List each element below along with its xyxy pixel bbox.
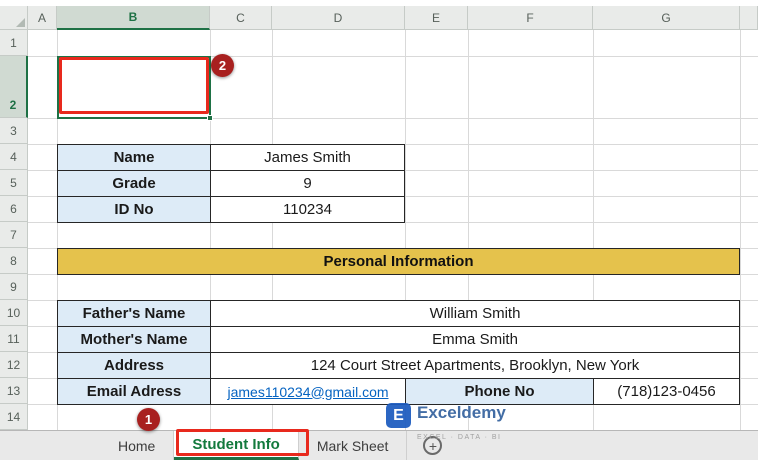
row-header-10[interactable]: 10 [0,300,28,326]
idno-value-cell[interactable]: 110234 [210,197,404,222]
column-header-A[interactable]: A [28,6,57,30]
row-header-6[interactable]: 6 [0,196,28,222]
grade-value-cell[interactable]: 9 [210,171,404,196]
excel-window: A B C D E F G 1 2 3 4 5 6 7 8 9 10 11 12 13 14 Name James Sm… [0,0,758,460]
fill-handle[interactable] [207,115,213,121]
table-row: Email Adress james110234@gmail.com Phone… [58,378,739,404]
gridline-vertical [740,30,741,430]
annotation-badge-2: 2 [211,54,234,77]
sheet-tab-home[interactable]: Home [100,431,175,460]
grade-label-cell[interactable]: Grade [58,171,210,196]
watermark-name: Exceldemy [417,403,506,422]
row-header-14[interactable]: 14 [0,404,28,430]
email-link[interactable]: james110234@gmail.com [210,379,405,404]
mothers-name-label-cell[interactable]: Mother's Name [58,327,210,352]
column-header-D[interactable]: D [272,6,405,30]
annotation-rect-cell [59,57,209,114]
fathers-name-label-cell[interactable]: Father's Name [58,301,210,326]
column-header-E[interactable]: E [405,6,468,30]
table-row: Mother's Name Emma Smith [58,326,739,352]
select-all-corner[interactable] [0,6,28,30]
annotation-rect-tab [176,429,309,456]
idno-label-cell[interactable]: ID No [58,197,210,222]
row-header-9[interactable]: 9 [0,274,28,300]
exceldemy-watermark: E Exceldemy EXCEL · DATA · BI [386,403,506,441]
column-header-G[interactable]: G [593,6,740,30]
address-value-cell[interactable]: 124 Court Street Apartments, Brooklyn, N… [210,353,739,378]
column-header-C[interactable]: C [210,6,272,30]
row-header-3[interactable]: 3 [0,118,28,144]
row-header-11[interactable]: 11 [0,326,28,352]
name-value-cell[interactable]: James Smith [210,145,404,170]
row-header-5[interactable]: 5 [0,170,28,196]
name-label-cell[interactable]: Name [58,145,210,170]
email-label-cell[interactable]: Email Adress [58,379,210,404]
sheet-tab-bar: Home Student Info Mark Sheet + [0,430,758,460]
column-header-extra[interactable] [740,6,758,30]
phone-value-cell[interactable]: (718)123-0456 [593,379,739,404]
watermark-tagline: EXCEL · DATA · BI [417,434,502,441]
address-label-cell[interactable]: Address [58,353,210,378]
tab-bar-spacer [0,431,100,460]
fathers-name-value-cell[interactable]: William Smith [210,301,739,326]
table-row: Name James Smith [58,145,404,170]
row-header-2[interactable]: 2 [0,56,28,118]
phone-label-cell[interactable]: Phone No [405,379,593,404]
column-header-F[interactable]: F [468,6,593,30]
table-row: Address 124 Court Street Apartments, Bro… [58,352,739,378]
row-header-12[interactable]: 12 [0,352,28,378]
row-header-1[interactable]: 1 [0,30,28,56]
exceldemy-logo-icon: E [386,403,411,428]
column-header-B[interactable]: B [57,6,210,30]
personal-information-table: Father's Name William Smith Mother's Nam… [57,300,740,405]
table-row: Grade 9 [58,170,404,196]
annotation-badge-1: 1 [137,408,160,431]
mothers-name-value-cell[interactable]: Emma Smith [210,327,739,352]
personal-information-header[interactable]: Personal Information [57,248,740,275]
row-header-8[interactable]: 8 [0,248,28,274]
table-row: ID No 110234 [58,196,404,222]
student-summary-table: Name James Smith Grade 9 ID No 110234 [57,144,405,223]
row-header-7[interactable]: 7 [0,222,28,248]
row-header-4[interactable]: 4 [0,144,28,170]
table-row: Father's Name William Smith [58,301,739,326]
row-header-13[interactable]: 13 [0,378,28,404]
